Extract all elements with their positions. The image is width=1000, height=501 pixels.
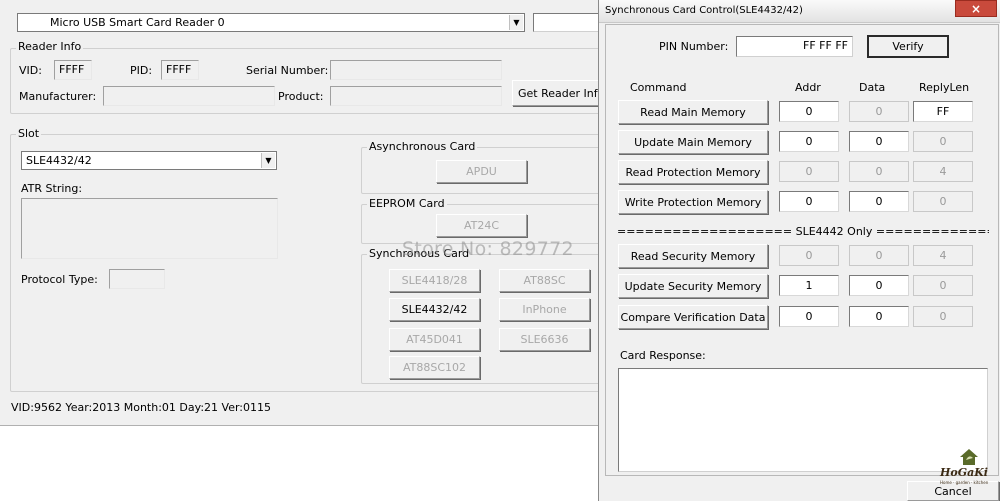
reader-extra-field[interactable] <box>533 13 603 32</box>
compare-verification-replylen: 0 <box>913 306 973 327</box>
write-protection-memory-button[interactable]: Write Protection Memory <box>618 190 768 214</box>
protocol-field <box>109 269 165 289</box>
read-protection-memory-addr: 0 <box>779 161 839 182</box>
update-main-memory-addr[interactable]: 0 <box>779 131 839 152</box>
dialog-titlebar: Synchronous Card Control(SLE4432/42) × <box>599 0 1000 23</box>
replylen-header: ReplyLen <box>919 81 970 94</box>
vid-field: FFFF <box>54 60 92 80</box>
read-protection-memory-button[interactable]: Read Protection Memory <box>618 160 768 184</box>
update-security-memory-replylen: 0 <box>913 275 973 296</box>
read-protection-memory-replylen: 4 <box>913 161 973 182</box>
update-main-memory-data[interactable]: 0 <box>849 131 909 152</box>
logo-name: HoGaKi <box>940 466 988 479</box>
read-security-memory-data: 0 <box>849 245 909 266</box>
atr-label: ATR String: <box>21 182 83 195</box>
serial-label: Serial Number: <box>246 64 329 77</box>
pid-label: PID: <box>130 64 153 77</box>
main-window: Micro USB Smart Card Reader 0 ▼ Reader I… <box>0 0 610 426</box>
sle4418-button[interactable]: SLE4418/28 <box>389 269 480 292</box>
sle6636-button[interactable]: SLE6636 <box>499 328 590 351</box>
at88sc102-button[interactable]: AT88SC102 <box>389 356 480 379</box>
addr-header: Addr <box>795 81 821 94</box>
update-security-memory-button[interactable]: Update Security Memory <box>618 274 768 298</box>
data-header: Data <box>859 81 886 94</box>
sle4442-separator: =================== SLE4442 Only =======… <box>617 225 989 238</box>
protocol-label: Protocol Type: <box>21 273 98 286</box>
product-label: Product: <box>278 90 324 103</box>
pin-input[interactable]: FF FF FF <box>736 36 853 57</box>
compare-verification-addr[interactable]: 0 <box>779 306 839 327</box>
update-main-memory-button[interactable]: Update Main Memory <box>618 130 768 154</box>
close-icon: × <box>970 1 982 16</box>
slot-title: Slot <box>16 127 42 140</box>
card-type-value: SLE4432/42 <box>26 154 92 167</box>
reader-select-value: Micro USB Smart Card Reader 0 <box>50 16 225 29</box>
hogaki-logo: HoGaKi Home · garden · kitchen <box>940 446 998 494</box>
card-response-label: Card Response: <box>620 349 706 362</box>
write-protection-memory-replylen: 0 <box>913 191 973 212</box>
house-leaf-icon <box>960 449 978 465</box>
atr-field <box>21 198 278 259</box>
pin-label: PIN Number: <box>659 40 729 53</box>
update-security-memory-addr[interactable]: 1 <box>779 275 839 296</box>
read-security-memory-replylen: 4 <box>913 245 973 266</box>
write-protection-memory-addr[interactable]: 0 <box>779 191 839 212</box>
close-button[interactable]: × <box>955 0 997 17</box>
pid-field: FFFF <box>161 60 199 80</box>
store-watermark: Store No: 829772 <box>402 238 574 260</box>
read-main-memory-addr[interactable]: 0 <box>779 101 839 122</box>
update-main-memory-replylen: 0 <box>913 131 973 152</box>
reader-select[interactable]: Micro USB Smart Card Reader 0 ▼ <box>17 13 525 32</box>
get-reader-info-button[interactable]: Get Reader Inf <box>512 80 607 106</box>
read-security-memory-button[interactable]: Read Security Memory <box>618 244 768 268</box>
eeprom-card-title: EEPROM Card <box>367 197 447 210</box>
chevron-down-icon[interactable]: ▼ <box>261 153 275 168</box>
command-header: Command <box>630 81 687 94</box>
dialog-title: Synchronous Card Control(SLE4432/42) <box>605 5 803 16</box>
at88sc-button[interactable]: AT88SC <box>499 269 590 292</box>
manufacturer-field <box>103 86 275 106</box>
at24c-button[interactable]: AT24C <box>436 214 527 237</box>
update-security-memory-data[interactable]: 0 <box>849 275 909 296</box>
serial-field <box>330 60 502 80</box>
sle4432-button[interactable]: SLE4432/42 <box>389 298 480 321</box>
read-security-memory-addr: 0 <box>779 245 839 266</box>
product-field <box>330 86 502 106</box>
at45d041-button[interactable]: AT45D041 <box>389 328 480 351</box>
logo-tagline: Home · garden · kitchen <box>940 480 989 485</box>
read-protection-memory-data: 0 <box>849 161 909 182</box>
write-protection-memory-data[interactable]: 0 <box>849 191 909 212</box>
chevron-down-icon[interactable]: ▼ <box>509 15 523 30</box>
reader-info-title: Reader Info <box>16 40 84 53</box>
verify-button[interactable]: Verify <box>867 35 949 58</box>
compare-verification-data[interactable]: 0 <box>849 306 909 327</box>
sync-card-dialog: Synchronous Card Control(SLE4432/42) × P… <box>598 0 1000 501</box>
vid-label: VID: <box>19 64 42 77</box>
read-main-memory-replylen[interactable]: FF <box>913 101 973 122</box>
read-main-memory-button[interactable]: Read Main Memory <box>618 100 768 124</box>
inphone-button[interactable]: InPhone <box>499 298 590 321</box>
compare-verification-data-button[interactable]: Compare Verification Data <box>618 305 768 329</box>
async-card-title: Asynchronous Card <box>367 140 478 153</box>
manufacturer-label: Manufacturer: <box>19 90 97 103</box>
card-type-select[interactable]: SLE4432/42 ▼ <box>21 151 277 170</box>
apdu-button[interactable]: APDU <box>436 160 527 183</box>
card-response-box[interactable] <box>618 368 988 472</box>
status-bar: VID:9562 Year:2013 Month:01 Day:21 Ver:0… <box>11 401 271 414</box>
read-main-memory-data: 0 <box>849 101 909 122</box>
